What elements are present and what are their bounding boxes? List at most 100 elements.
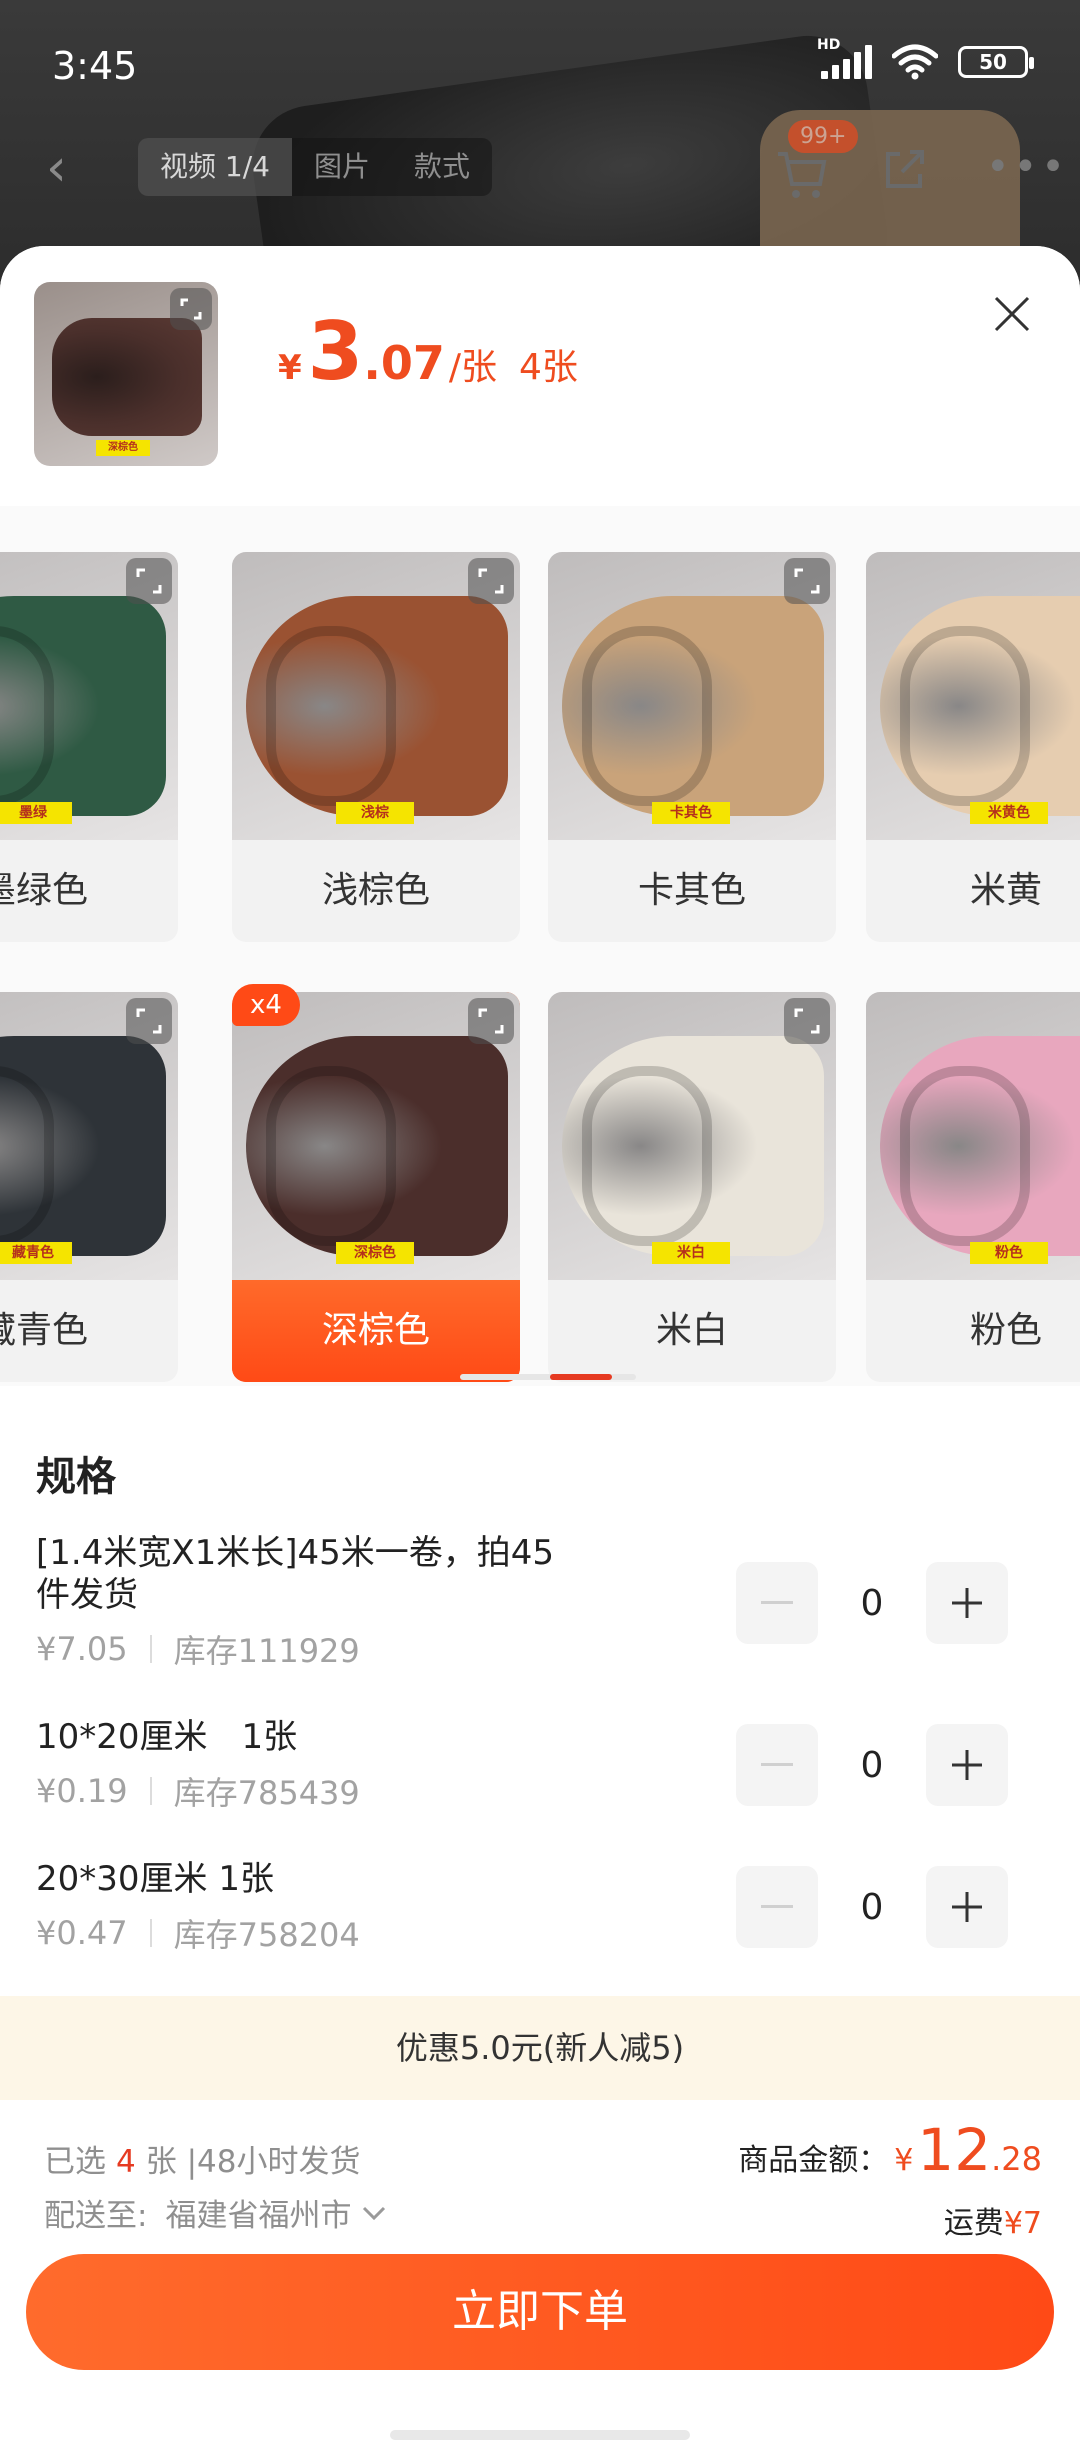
expand-icon[interactable] [784,998,830,1044]
leather-roll [880,1036,1080,1256]
freight-value: ¥7 [1003,2206,1042,2241]
color-tag-label: 浅棕 [336,802,414,824]
quantity-stepper: 0 [736,1866,1008,1948]
color-option-card[interactable]: 浅棕 浅棕色 [232,552,520,942]
color-option-card[interactable]: 粉色 粉色 [866,992,1080,1382]
color-swatch-image: 米白 [548,992,836,1280]
grid-page-indicator [460,1374,636,1380]
quantity-value[interactable]: 0 [818,1887,926,1928]
ship-place: 福建省福州市 [165,2198,352,2234]
color-tag-label: 卡其色 [652,802,730,824]
color-option-caption: 深棕色 [232,1280,520,1382]
total-label: 商品金额： [738,2143,889,2178]
leather-roll [0,596,166,816]
leather-roll [562,596,824,816]
price-currency: ¥ [278,348,302,388]
spec-item: 20*30厘米 1张 ¥0.47 库存758204 0 [36,1858,1044,1956]
expand-icon[interactable] [126,998,172,1044]
sheet-header: 深棕色 ¥ 3 .07 /张 4张 [0,246,1080,506]
wifi-icon [892,44,938,80]
color-option-card[interactable]: 墨绿墨绿色 [0,552,178,942]
expand-icon[interactable] [126,558,172,604]
increment-button[interactable] [926,1866,1008,1948]
divider [149,1777,152,1805]
share-icon[interactable] [880,144,930,194]
product-top-nav: ‹ 视频 1/4 图片 款式 99+ ••• [0,120,1080,210]
signal-icon: HD [817,37,872,79]
page-indicator-active [550,1374,612,1380]
leather-roll [880,596,1080,816]
color-tag-label: 墨绿 [0,802,72,824]
media-tabs: 视频 1/4 图片 款式 [138,138,492,196]
color-swatch-image: 深棕色 [232,992,520,1280]
color-swatch-image: 墨绿 [0,552,178,840]
price-decimal: .07 [363,336,445,390]
more-icon[interactable]: ••• [986,144,1069,190]
cart-count-badge: 99+ [788,120,859,153]
selected-sku-thumbnail[interactable]: 深棕色 [34,282,218,466]
selected-prefix: 已选 [44,2144,106,2180]
leather-roll [246,596,508,816]
expand-icon[interactable] [784,558,830,604]
selection-summary: 已选 4 张 |48小时发货 [44,2136,360,2181]
expand-icon[interactable] [170,288,212,330]
price-row: ¥ 3 .07 /张 4张 [278,312,578,392]
selected-suffix: 张 |48小时发货 [145,2144,361,2180]
spec-item-stock: 库存111929 [173,1632,360,1670]
cart-icon [778,152,827,198]
color-swatch-image: 浅棕 [232,552,520,840]
cart-button[interactable]: 99+ [770,120,859,210]
spec-item: 10*20厘米 1张 ¥0.19 库存785439 0 [36,1716,1044,1814]
spec-item-price: ¥7.05 [36,1630,128,1668]
price-integer: 3 [307,305,364,398]
home-indicator [390,2430,690,2440]
shipping-destination[interactable]: 配送至: 福建省福州市 [44,2190,387,2235]
color-option-card[interactable]: 卡其色 卡其色 [548,552,836,942]
total-integer: 12 [917,2116,992,2184]
place-order-button[interactable]: 立即下单 [26,2254,1054,2370]
divider [149,1635,152,1663]
promotion-banner: 优惠5.0元(新人减5) [0,1996,1080,2100]
expand-icon[interactable] [468,998,514,1044]
battery-level: 50 [979,50,1007,74]
decrement-button[interactable] [736,1562,818,1644]
color-option-caption: 藏青色 [0,1310,88,1351]
increment-button[interactable] [926,1562,1008,1644]
increment-button[interactable] [926,1724,1008,1806]
selected-count: 4 [116,2144,136,2180]
color-option-card[interactable]: 藏青色藏青色 [0,992,178,1382]
quantity-value[interactable]: 0 [818,1745,926,1786]
color-option-caption: 卡其色 [637,870,746,911]
status-time: 3:45 [52,44,138,88]
color-swatch-image: 米黄色 [866,552,1080,840]
decrement-button[interactable] [736,1724,818,1806]
color-option-card[interactable]: 深棕色 深棕色 [232,992,520,1382]
selected-quantity-badge: x4 [232,984,300,1026]
divider [149,1919,152,1947]
leather-roll [246,1036,508,1256]
decrement-button[interactable] [736,1866,818,1948]
quantity-stepper: 0 [736,1562,1008,1644]
color-option-card[interactable]: 米白 米白 [548,992,836,1382]
spec-item-price: ¥0.19 [36,1772,128,1810]
color-tag-label: 藏青色 [0,1242,72,1264]
quantity-value[interactable]: 0 [818,1583,926,1624]
chevron-down-icon [363,2206,386,2220]
spec-item-stock: 库存785439 [173,1774,360,1812]
spec-item-price: ¥0.47 [36,1914,128,1952]
tab-images[interactable]: 图片 [292,138,392,196]
selected-quantity: 4张 [518,347,578,388]
tab-video[interactable]: 视频 1/4 [138,138,292,196]
color-swatch-image: 粉色 [866,992,1080,1280]
expand-icon[interactable] [468,558,514,604]
quantity-stepper: 0 [736,1724,1008,1806]
back-icon[interactable]: ‹ [46,138,67,198]
close-icon[interactable] [992,294,1032,334]
color-tag-label: 米白 [652,1242,730,1264]
tab-styles[interactable]: 款式 [392,138,492,196]
color-option-caption: 米黄 [970,870,1043,911]
total-currency: ¥ [894,2143,914,2178]
color-tag-label: 粉色 [970,1242,1048,1264]
color-option-caption: 墨绿色 [0,870,88,911]
color-option-card[interactable]: 米黄色米黄 [866,552,1080,942]
